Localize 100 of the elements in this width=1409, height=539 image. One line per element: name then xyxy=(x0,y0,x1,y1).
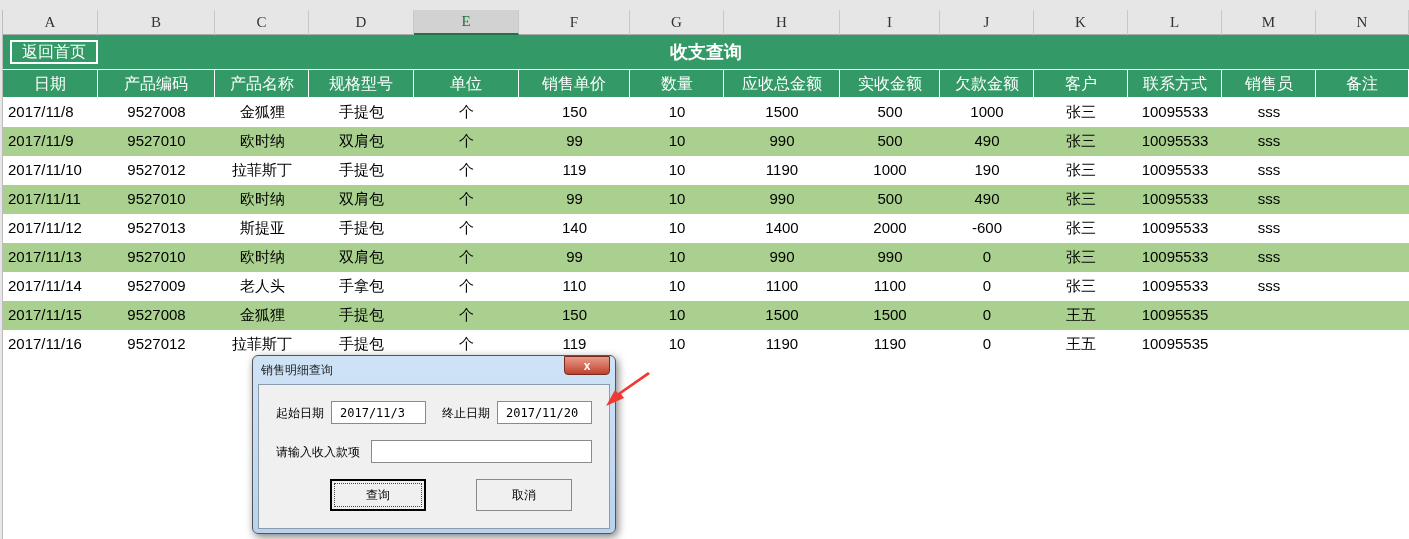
field-label: 请输入收入款项 xyxy=(276,443,361,461)
table-cell-text: 个 xyxy=(458,334,475,355)
table-cell-text: 10 xyxy=(667,305,687,326)
table-cell-text: 9527013 xyxy=(126,218,187,239)
home-button[interactable]: 返回首页 xyxy=(10,40,98,64)
table-cell-text: 金狐狸 xyxy=(238,102,286,123)
table-cell-text: 双肩包 xyxy=(338,189,385,210)
column-header[interactable]: K xyxy=(1034,10,1128,35)
table-cell-text: sss xyxy=(1256,160,1282,181)
table-cell-text: 2017/11/11 xyxy=(7,189,82,210)
table-cell-text: 2017/11/10 xyxy=(7,160,83,181)
column-heading: 产品名称 xyxy=(215,70,309,97)
table-cell-text: 9527008 xyxy=(126,305,187,326)
table-cell-text: 老人头 xyxy=(238,276,286,297)
column-heading: 欠款金额 xyxy=(940,70,1034,97)
table-cell-text: 99 xyxy=(565,189,584,210)
table-cell-text: 9527012 xyxy=(126,160,187,181)
table-cell-text: 10 xyxy=(667,131,687,152)
column-header[interactable]: B xyxy=(98,10,215,35)
dialog-button[interactable]: 查询 xyxy=(330,479,426,511)
table-cell-text: 个 xyxy=(458,160,475,181)
column-heading: 备注 xyxy=(1316,70,1409,97)
table-cell-text: 2017/11/13 xyxy=(7,247,83,268)
column-header[interactable]: C xyxy=(215,10,309,35)
table-cell-text: 1500 xyxy=(764,102,800,123)
table-cell-text: 1190 xyxy=(872,334,908,355)
column-header[interactable]: E xyxy=(414,10,519,35)
table-cell-text: 1400 xyxy=(764,218,800,239)
table-cell-text: 0 xyxy=(981,276,993,297)
column-header[interactable]: A xyxy=(3,10,98,35)
table-cell-text: 10095533 xyxy=(1140,218,1210,239)
table-cell-text: 119 xyxy=(561,160,588,181)
table-cell-text: 10 xyxy=(667,247,687,268)
end-date-field[interactable]: 2017/11/20 xyxy=(497,401,592,424)
table-cell-text: 斯提亚 xyxy=(238,218,286,239)
column-heading: 应收总金额 xyxy=(724,70,840,97)
table-cell-text: 10095533 xyxy=(1140,102,1210,123)
table-cell-text: 10 xyxy=(667,102,687,123)
table-cell-text: sss xyxy=(1256,247,1282,268)
column-header[interactable]: J xyxy=(940,10,1034,35)
table-cell-text: 99 xyxy=(565,247,584,268)
table-cell-text: 2017/11/12 xyxy=(7,218,83,239)
table-cell-text: 手提包 xyxy=(338,160,385,181)
table-cell-text: 拉菲斯丁 xyxy=(231,334,293,355)
column-heading: 客户 xyxy=(1034,70,1128,97)
column-header[interactable]: G xyxy=(630,10,724,35)
column-header[interactable]: M xyxy=(1222,10,1316,35)
table-cell-text: 个 xyxy=(458,131,475,152)
table-cell-text: 2017/11/8 xyxy=(7,102,75,123)
column-heading: 单位 xyxy=(414,70,519,97)
table-cell-text: 150 xyxy=(561,305,588,326)
table-cell-text: 10095533 xyxy=(1140,160,1210,181)
table-cell-text: 990 xyxy=(876,247,904,268)
table-cell-text: 张三 xyxy=(1065,102,1097,123)
close-button[interactable]: x xyxy=(564,356,610,375)
table-cell-text: 10095533 xyxy=(1140,131,1210,152)
table-cell-text: 1500 xyxy=(764,305,800,326)
table-cell-text: 10095533 xyxy=(1140,276,1210,297)
column-heading: 日期 xyxy=(3,70,98,97)
column-heading: 产品编码 xyxy=(98,70,215,97)
table-cell-text: 9527012 xyxy=(126,334,187,355)
table-cell-text: 1100 xyxy=(764,276,800,297)
table-cell-text: 10095533 xyxy=(1140,247,1210,268)
table-cell-text: 110 xyxy=(561,276,588,297)
table-cell-text: 490 xyxy=(973,189,1001,210)
arrow xyxy=(604,372,652,408)
table-cell-text: 9527009 xyxy=(126,276,187,297)
column-header[interactable]: H xyxy=(724,10,840,35)
column-heading: 销售员 xyxy=(1222,70,1316,97)
start-date-field[interactable]: 2017/11/3 xyxy=(331,401,426,424)
table-cell-text: 个 xyxy=(458,276,475,297)
table-cell-text: -600 xyxy=(971,218,1003,239)
table-cell-text: 500 xyxy=(876,189,904,210)
table-cell-text: 手提包 xyxy=(338,305,385,326)
table-cell-text: 个 xyxy=(458,305,475,326)
column-heading: 实收金额 xyxy=(840,70,940,97)
dialog-button[interactable]: 取消 xyxy=(476,479,572,511)
table-cell-text: 99 xyxy=(565,131,584,152)
table-cell-text: 190 xyxy=(973,160,1001,181)
table-cell-text: 10095533 xyxy=(1140,189,1210,210)
table-cell-text: 王五 xyxy=(1065,334,1097,355)
column-heading: 销售单价 xyxy=(519,70,630,97)
table-cell-text: 手提包 xyxy=(338,334,385,355)
table-cell-text: 1000 xyxy=(872,160,908,181)
table-cell-text: sss xyxy=(1256,218,1282,239)
table-cell-text: 990 xyxy=(768,247,796,268)
table-cell-text: 0 xyxy=(981,334,993,355)
income-field[interactable] xyxy=(371,440,592,463)
column-header[interactable]: L xyxy=(1128,10,1222,35)
table-cell-text: 张三 xyxy=(1065,276,1097,297)
column-header[interactable]: N xyxy=(1316,10,1409,35)
table-cell-text: 王五 xyxy=(1065,305,1097,326)
table-cell-text: 2017/11/16 xyxy=(7,334,83,355)
table-cell-text: 欧时纳 xyxy=(238,247,286,268)
table-cell-text: 0 xyxy=(981,305,993,326)
table-cell-text: sss xyxy=(1256,189,1282,210)
column-header[interactable]: F xyxy=(519,10,630,35)
table-cell-text: 990 xyxy=(768,131,796,152)
column-header[interactable]: I xyxy=(840,10,940,35)
table-cell-text: 张三 xyxy=(1065,189,1097,210)
